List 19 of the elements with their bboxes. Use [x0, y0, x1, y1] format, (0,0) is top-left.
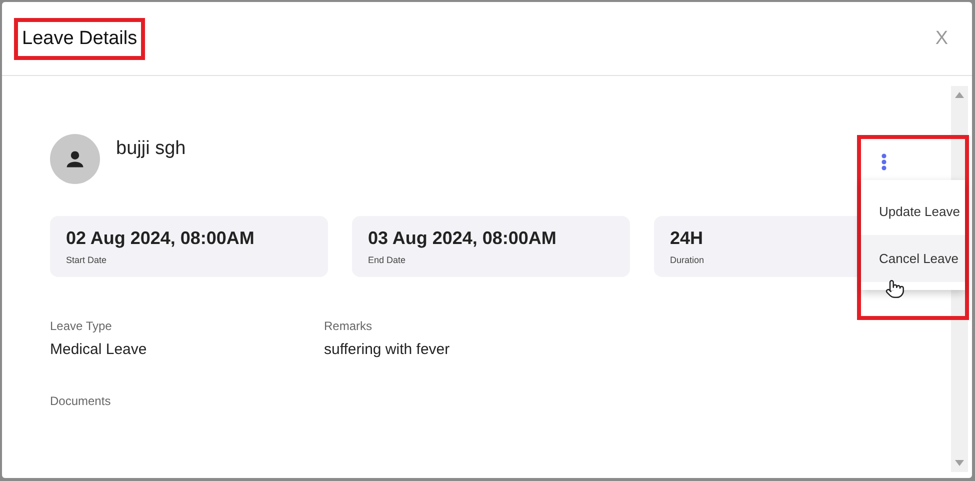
menu-item[interactable]: Cancel Leave: [861, 235, 965, 282]
field-label: Leave Type: [50, 319, 113, 333]
scroll-down-icon[interactable]: [955, 460, 964, 466]
field-label: Remarks: [324, 319, 374, 333]
documents-label: Documents: [50, 394, 112, 408]
menu-item[interactable]: Update Leave: [861, 188, 965, 235]
person-icon: [64, 148, 86, 170]
card-value: 03 Aug 2024, 08:00AM: [368, 228, 556, 249]
card-value: 24H: [670, 228, 704, 249]
card-label: End Date: [368, 255, 406, 265]
dialog-title: Leave Details: [22, 28, 138, 50]
employee-name: bujji sgh: [116, 138, 186, 160]
more-icon[interactable]: [881, 153, 887, 171]
field-value: suffering with fever: [324, 341, 451, 358]
card-label: Start Date: [66, 255, 107, 265]
card-value: 02 Aug 2024, 08:00AM: [66, 228, 254, 249]
scroll-up-icon[interactable]: [955, 92, 964, 98]
field-value: Medical Leave: [50, 341, 148, 358]
card-label: Duration: [670, 255, 704, 265]
